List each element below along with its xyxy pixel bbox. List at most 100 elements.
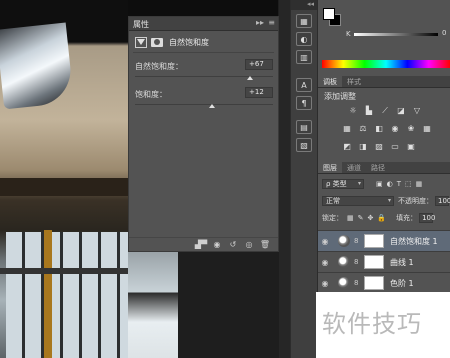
adjustment-icons-row-1: ☼ ▙ ⟋ ◪ ▽ [348, 106, 422, 115]
collapse-icon[interactable]: ▸▸ [256, 18, 264, 27]
fill-label: 填充： [396, 214, 418, 222]
layer-mask-thumb[interactable] [364, 276, 384, 290]
layer-mask-thumb[interactable] [364, 234, 384, 248]
filter-icons[interactable]: ▣◐T⬚▦ [376, 180, 426, 188]
photo-filter-icon[interactable]: ◉ [390, 124, 400, 133]
levels-icon[interactable]: ▙ [364, 106, 374, 115]
tab-layers[interactable]: 图层 [318, 162, 342, 173]
foreground-color-swatch[interactable] [323, 8, 335, 20]
adjustments-tabs: 调板 样式 [318, 76, 450, 88]
eye-icon[interactable]: ◉ [318, 237, 332, 246]
canvas-photo[interactable] [0, 0, 128, 358]
lock-row: 锁定： ▦✎✥🔒 填充： 100 [318, 211, 450, 225]
view-previous-icon[interactable]: ◉ [212, 240, 222, 249]
link-icon[interactable]: 8 [354, 258, 362, 266]
opacity-input[interactable]: 100 [435, 196, 450, 206]
adjustment-icons-row-3: ◩ ◨ ▨ ▭ ▣ [342, 142, 416, 151]
gradient-map-icon[interactable]: ▭ [390, 142, 400, 151]
adjustments-icon[interactable]: ◐ [296, 32, 312, 46]
vibrance-value-input[interactable]: +67 [245, 59, 273, 70]
layer-row[interactable]: ◉ 8 色阶 1 [318, 272, 450, 293]
swatches-icon[interactable]: ▦ [296, 14, 312, 28]
eye-icon[interactable]: ◉ [318, 279, 332, 288]
adjustments-panel: 调板 样式 添加调整 ☼ ▙ ⟋ ◪ ▽ ▦ ⚖ ◧ ◉ ❀ ▦ ◩ ◨ ▨ ▭… [318, 76, 450, 162]
clip-to-layer-icon[interactable]: ▟▀ [195, 240, 207, 249]
eye-icon[interactable]: ◉ [318, 258, 332, 267]
layer-filter-select[interactable]: ρ 类型 [322, 179, 364, 189]
canvas-top-strip [128, 0, 278, 16]
properties-footer: ▟▀ ◉ ↺ ◎ 🗑 [129, 237, 278, 251]
invert-icon[interactable]: ◩ [342, 142, 352, 151]
layers-tabs: 图层 通道 路径 [318, 162, 450, 174]
threshold-icon[interactable]: ▨ [374, 142, 384, 151]
panel-menu-icon[interactable]: ≡ [268, 18, 275, 27]
window-image [6, 232, 128, 358]
channel-mixer-icon[interactable]: ❀ [406, 124, 416, 133]
color-spectrum[interactable] [322, 60, 450, 68]
tab-paths[interactable]: 路径 [366, 162, 390, 173]
k-channel-label: K [346, 30, 351, 38]
saturation-label: 饱和度： [135, 90, 167, 99]
dock-header: ◂◂ [291, 0, 317, 10]
adjustment-layer-icon[interactable] [135, 36, 147, 48]
link-icon[interactable]: 8 [354, 237, 362, 245]
character-icon[interactable]: A [296, 78, 312, 92]
lock-label: 锁定： [322, 214, 343, 222]
divider [133, 52, 274, 53]
black-white-icon[interactable]: ◧ [374, 124, 384, 133]
posterize-icon[interactable]: ◨ [358, 142, 368, 151]
tab-styles[interactable]: 样式 [342, 76, 366, 87]
lock-icons[interactable]: ▦✎✥🔒 [347, 214, 390, 222]
blend-mode-select[interactable]: 正常 [322, 196, 394, 206]
link-icon[interactable]: 8 [354, 279, 362, 287]
properties-header: 自然饱和度 [135, 35, 209, 49]
window-bar-image [0, 268, 128, 274]
layer-mask-icon[interactable] [151, 37, 163, 47]
canvas-photo-right[interactable] [128, 252, 178, 358]
properties-title: 自然饱和度 [169, 37, 209, 47]
k-channel-slider[interactable] [354, 33, 438, 36]
opacity-label: 不透明度： [398, 197, 433, 205]
visibility-icon[interactable]: ◎ [244, 240, 254, 249]
saturation-value-input[interactable]: +12 [245, 87, 273, 98]
exposure-icon[interactable]: ◪ [396, 106, 406, 115]
brightness-icon[interactable]: ☼ [348, 106, 358, 115]
delete-icon[interactable]: 🗑 [260, 240, 270, 249]
layer-row[interactable]: ◉ 8 曲线 1 [318, 251, 450, 272]
fill-input[interactable]: 100 [419, 213, 435, 223]
properties-tabbar: 属性 ▸▸ ≡ [129, 17, 278, 31]
vibrance-triangle-icon[interactable]: ▽ [412, 106, 422, 115]
adjustment-icons-row-2: ▦ ⚖ ◧ ◉ ❀ ▦ [342, 124, 432, 133]
histogram-icon[interactable]: ▥ [296, 50, 312, 64]
hue-saturation-icon[interactable]: ▦ [342, 124, 352, 133]
icon-dock: ◂◂ ▦ ◐ ▥ A ¶ ▤ ▧ [290, 0, 318, 358]
reset-icon[interactable]: ↺ [228, 240, 238, 249]
tab-channels[interactable]: 通道 [342, 162, 366, 173]
layer-name[interactable]: 自然饱和度 1 [390, 236, 438, 247]
info-icon[interactable]: ▧ [296, 138, 312, 152]
saturation-slider-track[interactable] [135, 104, 273, 105]
k-channel-value[interactable]: 0 [442, 29, 450, 38]
tab-properties[interactable]: 属性 [133, 19, 149, 30]
color-lookup-icon[interactable]: ▦ [422, 124, 432, 133]
color-balance-icon[interactable]: ⚖ [358, 124, 368, 133]
adjustment-thumb-icon [338, 235, 350, 247]
window-frame-image [44, 230, 52, 358]
watermark-text: 软件技巧 [322, 310, 422, 338]
vibrance-slider-thumb[interactable] [247, 76, 254, 80]
curves-icon[interactable]: ⟋ [380, 106, 390, 115]
selective-color-icon[interactable]: ▣ [406, 142, 416, 151]
blend-row: 正常 不透明度： 100 [318, 194, 450, 208]
paragraph-icon[interactable]: ¶ [296, 96, 312, 110]
saturation-slider-thumb[interactable] [209, 104, 216, 108]
layer-row[interactable]: ◉ 8 自然饱和度 1 [318, 230, 450, 251]
pendant-lamp-image [0, 22, 74, 110]
layer-filter-row: ρ 类型 ▣◐T⬚▦ [318, 177, 450, 191]
adjustment-thumb-icon [338, 256, 350, 268]
layer-name[interactable]: 曲线 1 [390, 257, 414, 268]
layer-name[interactable]: 色阶 1 [390, 278, 414, 289]
tab-adjustments[interactable]: 调板 [318, 76, 342, 87]
notes-icon[interactable]: ▤ [296, 120, 312, 134]
layer-mask-thumb[interactable] [364, 255, 384, 269]
adjustments-title: 添加调整 [324, 92, 356, 101]
